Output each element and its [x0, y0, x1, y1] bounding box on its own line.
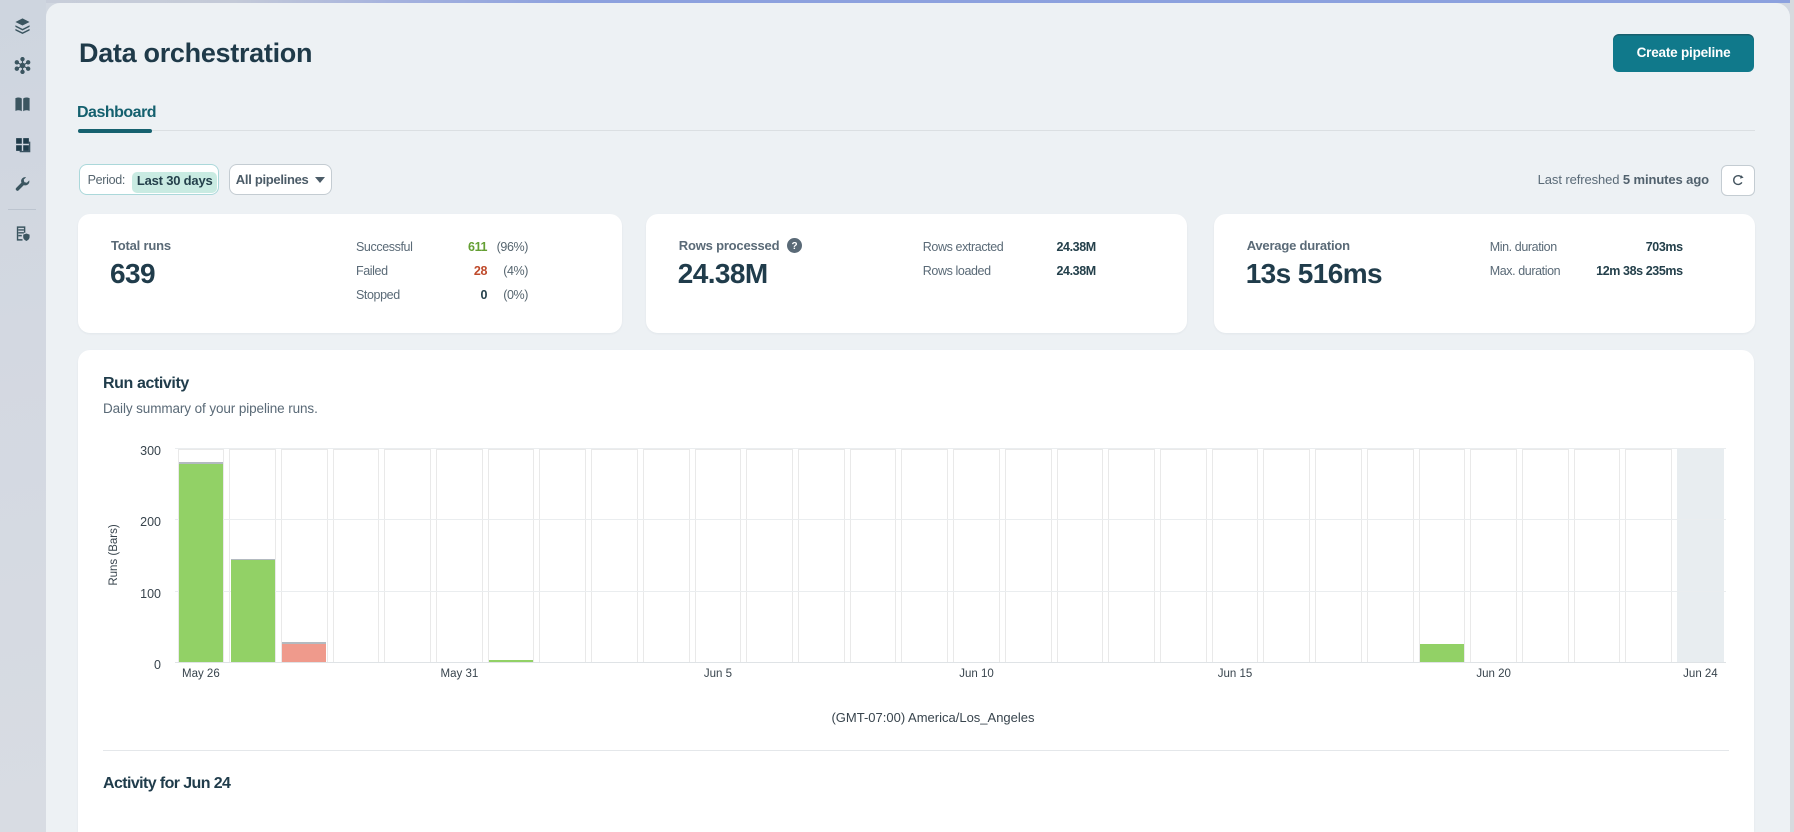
svg-text:?: ?: [791, 241, 797, 252]
